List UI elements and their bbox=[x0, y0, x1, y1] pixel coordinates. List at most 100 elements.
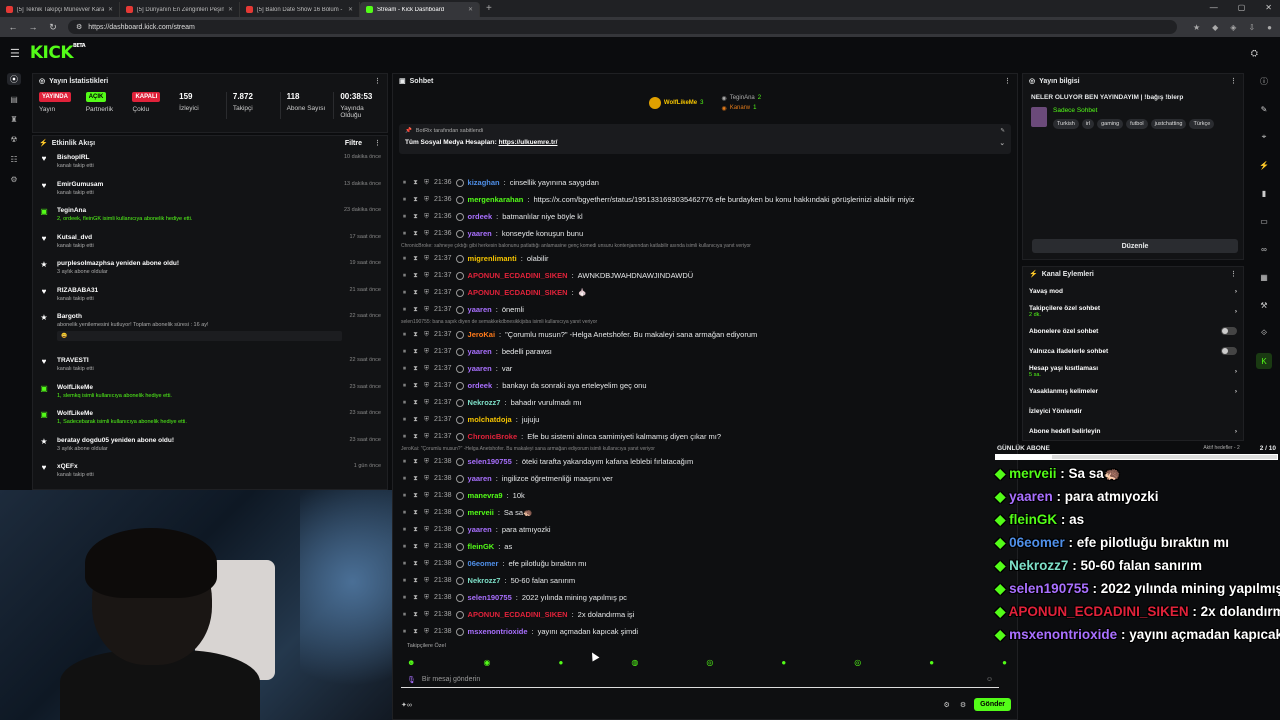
emote-icon[interactable]: ◉ bbox=[483, 658, 490, 667]
crop-rail-icon[interactable]: ⌖ bbox=[1256, 129, 1272, 145]
pin-action-icon[interactable]: ⏸ bbox=[401, 213, 408, 221]
mic-icon[interactable]: 🎙 bbox=[407, 676, 416, 684]
pin-action-icon[interactable]: ⏸ bbox=[401, 509, 408, 517]
ban-action-icon[interactable]: ⛨ bbox=[423, 365, 430, 373]
chat-rail-icon[interactable]: ▭ bbox=[1256, 213, 1272, 229]
pin-action-icon[interactable]: ⏸ bbox=[401, 196, 408, 204]
users-nav-icon[interactable]: ☷ bbox=[7, 153, 21, 165]
pin-action-icon[interactable]: ⏸ bbox=[401, 594, 408, 602]
timeout-action-icon[interactable]: ⧗ bbox=[412, 196, 419, 204]
stream-tag[interactable]: irl bbox=[1081, 119, 1095, 129]
pin-action-icon[interactable]: ⏸ bbox=[401, 331, 408, 339]
message-username[interactable]: 06eomer bbox=[468, 559, 499, 568]
library-nav-icon[interactable]: ▤ bbox=[7, 93, 21, 105]
pin-action-icon[interactable]: ⏸ bbox=[401, 458, 408, 466]
message-username[interactable]: kizaghan bbox=[468, 178, 500, 187]
pin-action-icon[interactable]: ⏸ bbox=[401, 543, 408, 551]
chat-message[interactable]: ⏸ ⧗ ⛨ 21:37 APONUN_ECDADINI_SIKEN: AWNKDBJWAH… bbox=[401, 267, 1011, 284]
pin-action-icon[interactable]: ⏸ bbox=[401, 365, 408, 373]
channel-action[interactable]: Takipçilere özel sohbet 2 dk. › bbox=[1023, 301, 1243, 321]
extension-icon[interactable]: ◈ bbox=[1230, 23, 1236, 32]
toggle-switch[interactable] bbox=[1221, 327, 1237, 335]
chat-message[interactable]: ⏸ ⧗ ⛨ 21:37 ordeek: bankayı da sonraki aya er… bbox=[401, 377, 1011, 394]
browser-tab[interactable]: Stream - Kick Dashboard ✕ bbox=[360, 2, 480, 17]
site-info-icon[interactable]: ⚙ bbox=[76, 23, 82, 31]
timeout-action-icon[interactable]: ⧗ bbox=[412, 543, 419, 551]
message-username[interactable]: ordeek bbox=[468, 212, 493, 221]
stream-tag[interactable]: Türkçe bbox=[1189, 119, 1215, 129]
ban-action-icon[interactable]: ⛨ bbox=[423, 306, 430, 314]
pin-action-icon[interactable]: ⏸ bbox=[401, 255, 408, 263]
settings-nav-icon[interactable]: ⚙ bbox=[7, 173, 21, 185]
browser-tab[interactable]: [5] Balon Date Show 16 Bölüm - "B ✕ bbox=[240, 2, 360, 17]
chat-message[interactable]: ⏸ ⧗ ⛨ 21:37 APONUN_ECDADINI_SIKEN: 🧄 bbox=[401, 284, 1011, 301]
chat-message[interactable]: ⏸ ⧗ ⛨ 21:37 ChronicBroke: Efe bu sistemi alın… bbox=[401, 428, 1011, 445]
timeout-action-icon[interactable]: ⧗ bbox=[412, 628, 419, 636]
timeout-action-icon[interactable]: ⧗ bbox=[412, 382, 419, 390]
message-username[interactable]: yaaren bbox=[468, 305, 492, 314]
timeout-action-icon[interactable]: ⧗ bbox=[412, 509, 419, 517]
chat-message[interactable]: ⏸ ⧗ ⛨ 21:38 Nekrozz7:50-60 falan sanırım bbox=[401, 572, 1011, 589]
link-rail-icon[interactable]: ∞ bbox=[1256, 241, 1272, 257]
pin-action-icon[interactable]: ⏸ bbox=[401, 492, 408, 500]
emote-icon[interactable]: ● bbox=[929, 658, 934, 667]
channel-action[interactable]: Yavaş mod › bbox=[1023, 281, 1243, 301]
emote-icon[interactable]: ● bbox=[781, 658, 786, 667]
tools-rail-icon[interactable]: ⚒ bbox=[1256, 297, 1272, 313]
chat-message[interactable]: ⏸ ⧗ ⛨ 21:38 APONUN_ECDADINI_SIKEN:2x dolandı… bbox=[401, 606, 1011, 623]
timeout-action-icon[interactable]: ⧗ bbox=[412, 230, 419, 238]
timeout-action-icon[interactable]: ⧗ bbox=[412, 179, 419, 187]
activity-item[interactable]: ★ purplesolmazphsa yeniden abone oldu! 3 a… bbox=[33, 256, 387, 283]
pin-action-icon[interactable]: ⏸ bbox=[401, 560, 408, 568]
kick-rail-icon[interactable]: K bbox=[1256, 353, 1272, 369]
trophy-nav-icon[interactable]: ♜ bbox=[7, 113, 21, 125]
ban-action-icon[interactable]: ⛨ bbox=[423, 543, 430, 551]
timeout-action-icon[interactable]: ⧗ bbox=[412, 416, 419, 424]
chat-message[interactable]: ⏸ ⧗ ⛨ 21:38 manevra9:10k bbox=[401, 487, 1011, 504]
pinned-link[interactable]: https://ulkuemre.tr/ bbox=[499, 139, 558, 146]
message-username[interactable]: APONUN_ECDADINI_SIKEN bbox=[468, 271, 568, 280]
profile-icon[interactable]: ● bbox=[1267, 23, 1272, 32]
pin-action-icon[interactable]: ⏸ bbox=[401, 348, 408, 356]
ban-action-icon[interactable]: ⛨ bbox=[423, 399, 430, 407]
emote-icon[interactable]: ☻ bbox=[407, 658, 415, 667]
activity-item[interactable]: ♥ RIZABABA31 kanalı takip etti 21 saat önce bbox=[33, 283, 387, 310]
ban-action-icon[interactable]: ⛨ bbox=[423, 628, 430, 636]
close-window-icon[interactable]: ✕ bbox=[1265, 3, 1272, 12]
close-tab-icon[interactable]: ✕ bbox=[108, 6, 113, 13]
chat-message[interactable]: ⏸ ⧗ ⛨ 21:37 JeroKai: "Çorumlu musun?" -Helga … bbox=[401, 326, 1011, 343]
url-input[interactable]: ⚙ https://dashboard.kick.com/stream bbox=[68, 20, 1177, 34]
close-tab-icon[interactable]: ✕ bbox=[228, 6, 233, 13]
bookmark-star-icon[interactable]: ★ bbox=[1193, 23, 1200, 32]
ban-action-icon[interactable]: ⛨ bbox=[423, 492, 430, 500]
maximize-icon[interactable]: ▢ bbox=[1238, 3, 1246, 12]
message-username[interactable]: molchatdoja bbox=[468, 415, 512, 424]
chat-message[interactable]: ⏸ ⧗ ⛨ 21:38 selen190755: öteki tarafta yakand… bbox=[401, 453, 1011, 470]
timeout-action-icon[interactable]: ⧗ bbox=[412, 331, 419, 339]
minimize-icon[interactable]: — bbox=[1210, 3, 1218, 12]
chat-message[interactable]: ⏸ ⧗ ⛨ 21:37 yaaren: önemli bbox=[401, 301, 1011, 318]
activity-item[interactable]: ♥ TRAVESTİ kanalı takip etti 22 saat önce bbox=[33, 353, 387, 380]
ban-action-icon[interactable]: ⛨ bbox=[423, 475, 430, 483]
ban-action-icon[interactable]: ⛨ bbox=[423, 255, 430, 263]
chat-input[interactable]: 🎙 Bir mesaj gönderin ☺ bbox=[401, 672, 999, 688]
emote-icon[interactable]: ◍ bbox=[631, 658, 638, 667]
chevron-down-icon[interactable]: ⌄ bbox=[1000, 139, 1005, 147]
unpin-icon[interactable]: ✎ bbox=[1000, 128, 1005, 134]
live-status[interactable]: YAYINDA Yayın bbox=[39, 92, 80, 119]
edit-button[interactable]: Düzenle bbox=[1032, 239, 1238, 253]
close-tab-icon[interactable]: ✕ bbox=[468, 6, 473, 13]
extension-icon[interactable]: ◆ bbox=[1212, 23, 1218, 32]
message-username[interactable]: Nekrozz7 bbox=[468, 576, 501, 585]
message-username[interactable]: selen190755 bbox=[468, 457, 512, 466]
panel-menu-icon[interactable]: ⋮ bbox=[1230, 77, 1237, 85]
pin-action-icon[interactable]: ⏸ bbox=[401, 628, 408, 636]
activity-item[interactable]: ♥ Kutsal_dvd kanalı takip etti 17 saat önce bbox=[33, 230, 387, 257]
ban-action-icon[interactable]: ⛨ bbox=[423, 179, 430, 187]
partner-status[interactable]: AÇIK Partnerlik bbox=[85, 92, 127, 119]
ban-action-icon[interactable]: ⛨ bbox=[423, 458, 430, 466]
message-username[interactable]: yaaren bbox=[468, 474, 492, 483]
ban-action-icon[interactable]: ⛨ bbox=[423, 196, 430, 204]
info-rail-icon[interactable]: ⓘ bbox=[1256, 73, 1272, 89]
timeout-action-icon[interactable]: ⧗ bbox=[412, 365, 419, 373]
